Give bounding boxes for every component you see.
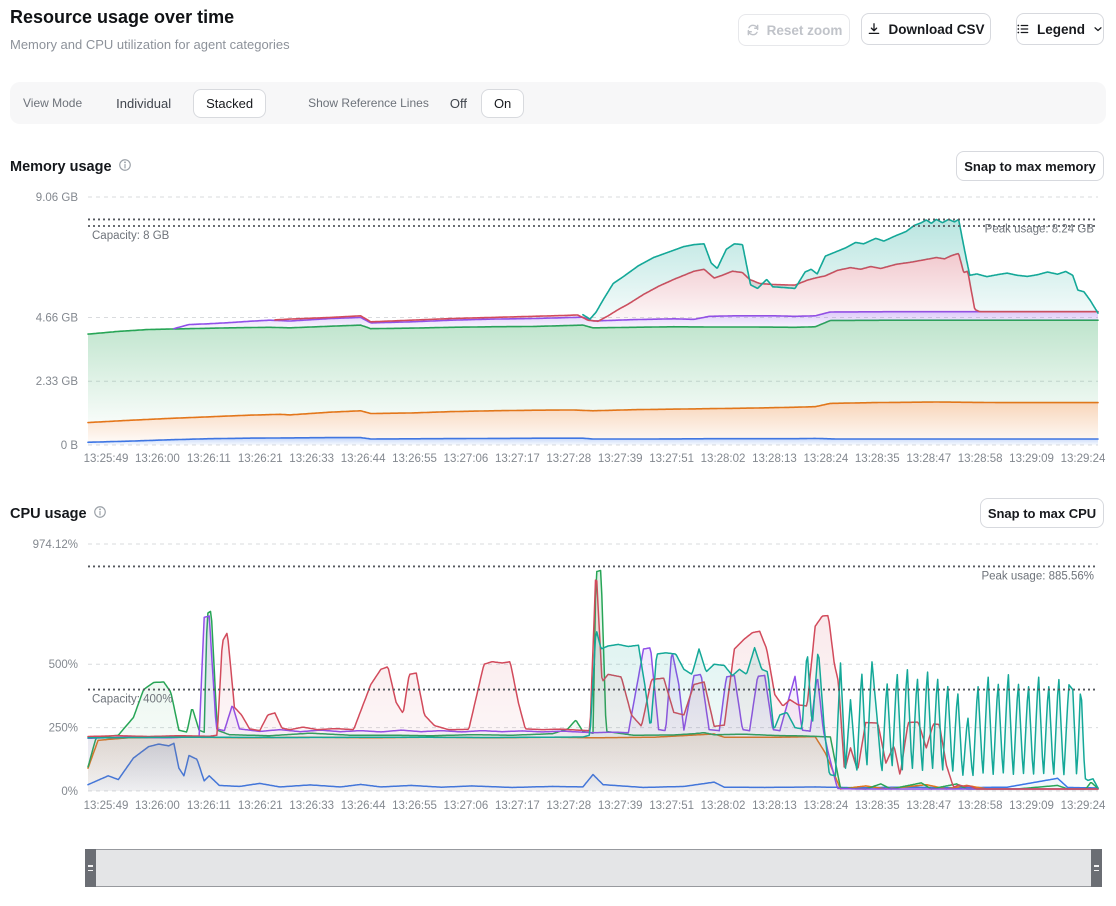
info-icon[interactable] xyxy=(93,505,107,523)
x-axis-tick-label: 13:28:02 xyxy=(701,800,746,812)
x-axis-tick-label: 13:28:58 xyxy=(958,800,1003,812)
y-axis-tick-label: 9.06 GB xyxy=(36,192,79,204)
x-axis-tick-label: 13:28:47 xyxy=(906,453,951,465)
download-csv-button[interactable]: Download CSV xyxy=(861,13,991,45)
x-axis-tick-label: 13:26:21 xyxy=(238,800,283,812)
snap-to-max-cpu-button[interactable]: Snap to max CPU xyxy=(980,498,1104,528)
x-axis-tick-label: 13:26:00 xyxy=(135,453,180,465)
x-axis-tick-label: 13:27:06 xyxy=(444,800,489,812)
x-axis-tick-label: 13:27:17 xyxy=(495,453,540,465)
reset-zoom-button[interactable]: Reset zoom xyxy=(738,14,850,46)
snap-to-max-memory-button[interactable]: Snap to max memory xyxy=(956,151,1104,181)
y-axis-tick-label: 0% xyxy=(61,786,78,798)
x-axis-tick-label: 13:29:09 xyxy=(1009,800,1054,812)
x-axis-tick-label: 13:26:00 xyxy=(135,800,180,812)
x-axis-tick-label: 13:27:06 xyxy=(444,453,489,465)
y-axis-tick-label: 500% xyxy=(49,659,78,671)
x-axis-tick-label: 13:27:39 xyxy=(598,800,643,812)
page-subtitle: Memory and CPU utilization for agent cat… xyxy=(10,37,290,52)
x-axis-tick-label: 13:28:47 xyxy=(906,800,951,812)
x-axis-tick-label: 13:29:24 xyxy=(1061,800,1106,812)
refresh-icon xyxy=(746,23,760,37)
x-axis-tick-label: 13:27:39 xyxy=(598,453,643,465)
x-axis-tick-label: 13:26:33 xyxy=(289,453,334,465)
x-axis-tick-label: 13:26:55 xyxy=(392,800,437,812)
download-icon xyxy=(867,22,881,36)
cpu-chart[interactable]: 0% 250% 500% 974.12% 13:25:49 13:26:00 13:26:1… xyxy=(0,530,1116,825)
brush-handle-left[interactable] xyxy=(85,849,96,887)
brush-handle-right[interactable] xyxy=(1091,849,1102,887)
x-axis-tick-label: 13:26:21 xyxy=(238,453,283,465)
x-axis-tick-label: 13:25:49 xyxy=(84,453,129,465)
x-axis-tick-label: 13:25:49 xyxy=(84,800,129,812)
reference-lines-off-option[interactable]: Off xyxy=(450,96,467,111)
reference-line-label: Capacity: 400% xyxy=(92,694,173,706)
view-mode-stacked-option-selected[interactable]: Stacked xyxy=(193,89,266,118)
legend-button[interactable]: Legend xyxy=(1016,13,1104,45)
memory-title-text: Memory usage xyxy=(10,159,112,175)
y-axis-tick-label: 0 B xyxy=(61,440,79,452)
x-axis-tick-label: 13:28:13 xyxy=(752,453,797,465)
x-axis-tick-label: 13:28:58 xyxy=(958,453,1003,465)
x-axis-tick-label: 13:26:44 xyxy=(341,800,386,812)
reference-line-label: Peak usage: 8.24 GB xyxy=(985,223,1095,235)
chart-options-toolbar: View Mode Individual Stacked Show Refere… xyxy=(10,82,1106,124)
x-axis-tick-label: 13:27:28 xyxy=(546,453,591,465)
x-axis-tick-label: 13:27:28 xyxy=(546,800,591,812)
info-icon[interactable] xyxy=(118,158,132,176)
reference-line-label: Capacity: 8 GB xyxy=(92,230,170,242)
y-axis-tick-label: 250% xyxy=(49,723,78,735)
x-axis-tick-label: 13:29:24 xyxy=(1061,453,1106,465)
x-axis-tick-label: 13:28:35 xyxy=(855,800,900,812)
view-mode-label: View Mode xyxy=(23,96,82,110)
chevron-down-icon xyxy=(1092,23,1104,35)
x-axis-tick-label: 13:26:11 xyxy=(187,453,231,465)
download-csv-label: Download CSV xyxy=(888,22,984,37)
x-axis-tick-label: 13:28:13 xyxy=(752,800,797,812)
x-axis-tick-label: 13:27:51 xyxy=(649,453,694,465)
x-axis-tick-label: 13:28:24 xyxy=(803,800,848,812)
reference-line-label: Peak usage: 885.56% xyxy=(981,570,1094,582)
x-axis-tick-label: 13:29:09 xyxy=(1009,453,1054,465)
memory-chart[interactable]: 0 B 2.33 GB 4.66 GB 9.06 GB 13:25:49 13:26:00… xyxy=(0,185,1116,480)
time-range-brush[interactable] xyxy=(85,849,1102,887)
cpu-section-title: CPU usage xyxy=(10,505,107,523)
x-axis-tick-label: 13:26:11 xyxy=(187,800,231,812)
reset-zoom-label: Reset zoom xyxy=(767,23,843,38)
show-reference-lines-label: Show Reference Lines xyxy=(308,96,429,110)
cpu-title-text: CPU usage xyxy=(10,506,87,522)
x-axis-tick-label: 13:28:35 xyxy=(855,453,900,465)
x-axis-tick-label: 13:26:55 xyxy=(392,453,437,465)
x-axis-tick-label: 13:27:51 xyxy=(649,800,694,812)
x-axis-tick-label: 13:28:02 xyxy=(701,453,746,465)
resource-usage-page: Resource usage over time Memory and CPU … xyxy=(0,0,1116,906)
y-axis-tick-label: 974.12% xyxy=(33,539,78,551)
y-axis-tick-label: 4.66 GB xyxy=(36,312,79,324)
x-axis-tick-label: 13:26:33 xyxy=(289,800,334,812)
page-title: Resource usage over time xyxy=(10,7,234,28)
legend-label: Legend xyxy=(1037,22,1085,37)
reference-lines-on-option-selected[interactable]: On xyxy=(481,89,524,118)
x-axis-tick-label: 13:28:24 xyxy=(803,453,848,465)
y-axis-tick-label: 2.33 GB xyxy=(36,376,79,388)
memory-section-title: Memory usage xyxy=(10,158,132,176)
view-mode-individual-option[interactable]: Individual xyxy=(116,96,171,111)
x-axis-tick-label: 13:26:44 xyxy=(341,453,386,465)
legend-list-icon xyxy=(1016,22,1030,36)
x-axis-tick-label: 13:27:17 xyxy=(495,800,540,812)
